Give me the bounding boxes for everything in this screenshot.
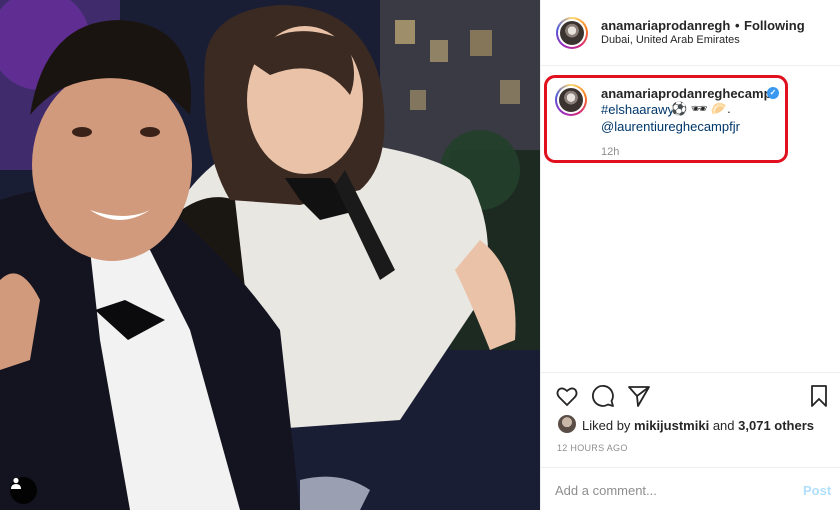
post-comment-button[interactable]: Post [803, 483, 831, 498]
liker-avatar[interactable] [558, 415, 576, 433]
caption-comment: anamariaprodanreghecampf ✓ #elshaarawy ⚽… [541, 66, 840, 166]
share-icon[interactable] [627, 384, 651, 408]
bookmark-icon[interactable] [807, 384, 831, 408]
post-location[interactable]: Dubai, United Arab Emirates [601, 34, 740, 46]
liked-by-prefix: Liked by [582, 418, 631, 433]
heart-icon[interactable] [555, 384, 579, 408]
action-bar: Liked by mikijustmiki and 3,071 others 1… [541, 372, 840, 510]
likes-count[interactable]: 3,071 others [738, 418, 814, 433]
post-sidebar: anamariaprodanreghec • Following Dubai, … [540, 0, 840, 510]
author-username[interactable]: anamariaprodanreghec [601, 18, 731, 33]
highlight-box [544, 75, 788, 163]
person-icon [11, 477, 21, 489]
comment-icon[interactable] [591, 384, 615, 408]
liked-by-and: and [712, 418, 735, 433]
add-comment-bar: Post [541, 467, 840, 510]
post-timestamp[interactable]: 12 HOURS AGO [557, 443, 628, 453]
post-photo[interactable] [0, 0, 540, 510]
photo-illustration [0, 0, 540, 510]
user-tag-icon[interactable] [10, 477, 37, 504]
post-header: anamariaprodanreghec • Following Dubai, … [541, 0, 840, 66]
add-comment-input[interactable] [555, 478, 775, 502]
likes-summary: Liked by mikijustmiki and 3,071 others [582, 418, 814, 433]
author-avatar[interactable] [556, 17, 588, 49]
following-button[interactable]: Following [744, 18, 805, 33]
follow-separator: • [735, 18, 740, 33]
liked-by-user[interactable]: mikijustmiki [634, 418, 709, 433]
